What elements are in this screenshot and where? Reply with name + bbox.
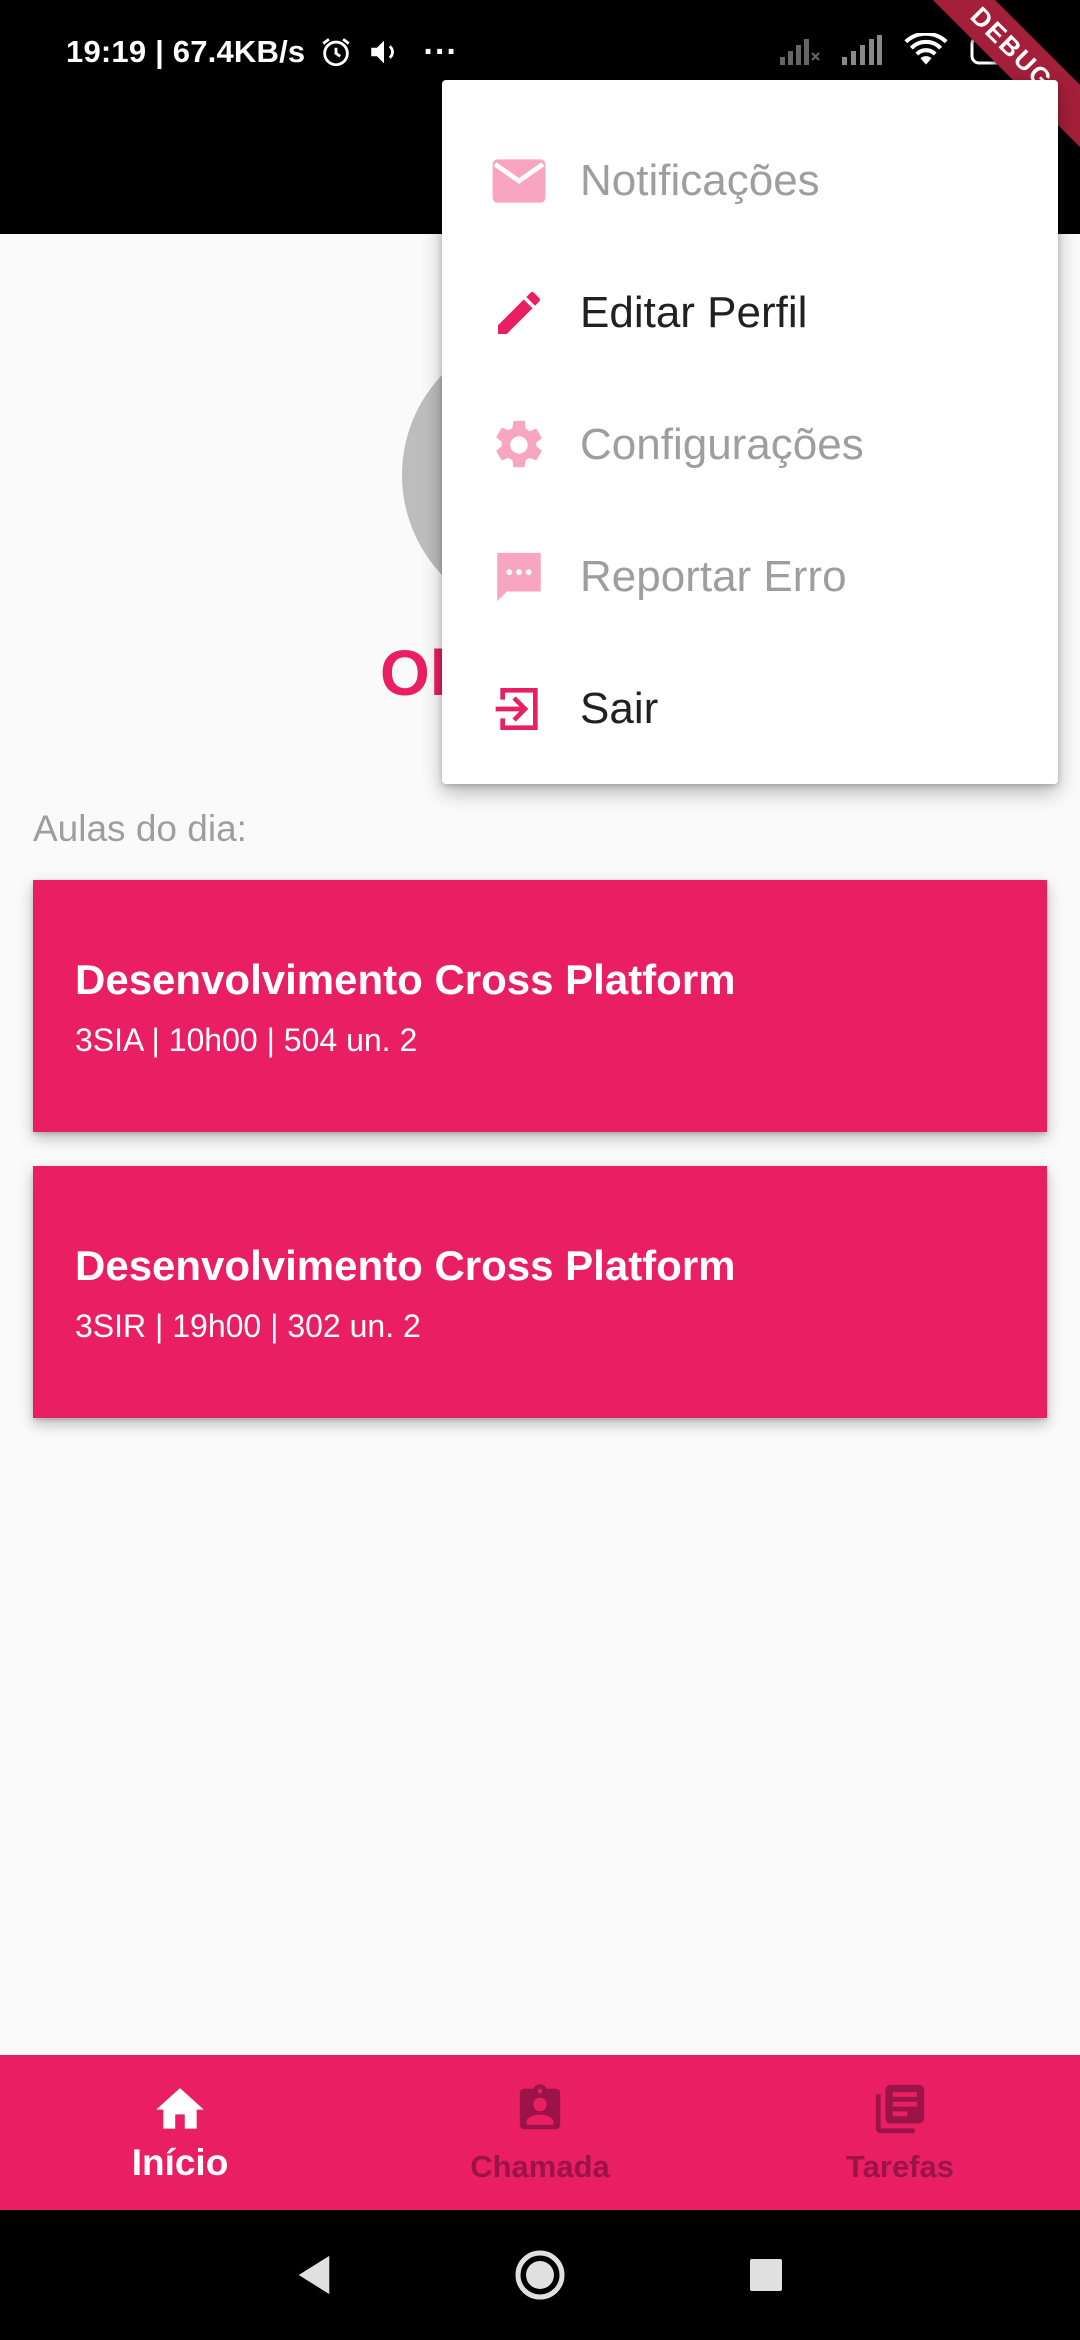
recents-button[interactable]	[653, 2210, 879, 2340]
nav-label: Chamada	[470, 2149, 610, 2184]
nav-item-inicio[interactable]: Início	[0, 2055, 360, 2210]
menu-item-reportar-erro[interactable]: Reportar Erro	[442, 511, 1058, 643]
class-title: Desenvolvimento Cross Platform	[75, 1242, 736, 1289]
menu-item-label: Configurações	[580, 420, 864, 469]
signal-icon	[842, 34, 882, 70]
home-icon	[151, 2081, 209, 2136]
back-button[interactable]	[201, 2210, 427, 2340]
status-left: 19:19 | 67.4KB/s ···	[66, 28, 458, 76]
recents-icon	[750, 2259, 782, 2291]
wifi-icon	[904, 31, 948, 72]
status-time-speed: 19:19 | 67.4KB/s	[66, 34, 306, 69]
menu-item-label: Notificações	[580, 156, 820, 205]
gear-icon	[490, 416, 548, 474]
menu-item-configuracoes[interactable]: Configurações	[442, 379, 1058, 511]
menu-item-label: Reportar Erro	[580, 552, 847, 601]
library-books-icon	[871, 2080, 929, 2143]
menu-item-label: Sair	[580, 684, 659, 733]
class-details: 3SIA | 10h00 | 504 un. 2	[75, 1022, 418, 1058]
feedback-icon	[490, 548, 548, 606]
back-icon	[298, 2255, 330, 2295]
bottom-navigation: Início Chamada Tarefas	[0, 2055, 1080, 2210]
system-navigation-bar	[0, 2210, 1080, 2340]
mail-icon	[490, 152, 548, 210]
nav-label: Início	[131, 2142, 229, 2183]
nav-item-chamada[interactable]: Chamada	[360, 2055, 720, 2210]
menu-item-editar-perfil[interactable]: Editar Perfil	[442, 247, 1058, 379]
signal-off-icon	[780, 35, 820, 70]
menu-item-notificacoes[interactable]: Notificações	[442, 115, 1058, 247]
badge-icon	[513, 2080, 567, 2143]
alarm-icon	[319, 35, 353, 69]
menu-item-label: Editar Perfil	[580, 288, 808, 337]
class-card[interactable]: Desenvolvimento Cross Platform 3SIR | 19…	[33, 1166, 1047, 1418]
nav-item-tarefas[interactable]: Tarefas	[720, 2055, 1080, 2210]
class-details: 3SIR | 19h00 | 302 un. 2	[75, 1308, 421, 1344]
more-dots: ···	[423, 32, 458, 71]
home-button[interactable]	[427, 2210, 653, 2340]
nav-label: Tarefas	[846, 2149, 954, 2184]
menu-item-sair[interactable]: Sair	[442, 643, 1058, 775]
home-circle-icon	[515, 2250, 565, 2300]
popup-menu: Notificações Editar Perfil Configurações…	[442, 80, 1058, 784]
volume-icon	[367, 35, 401, 69]
section-label: Aulas do dia:	[33, 808, 247, 849]
pencil-icon	[490, 284, 548, 342]
class-title: Desenvolvimento Cross Platform	[75, 956, 736, 1003]
class-card[interactable]: Desenvolvimento Cross Platform 3SIA | 10…	[33, 880, 1047, 1132]
exit-icon	[490, 680, 548, 738]
